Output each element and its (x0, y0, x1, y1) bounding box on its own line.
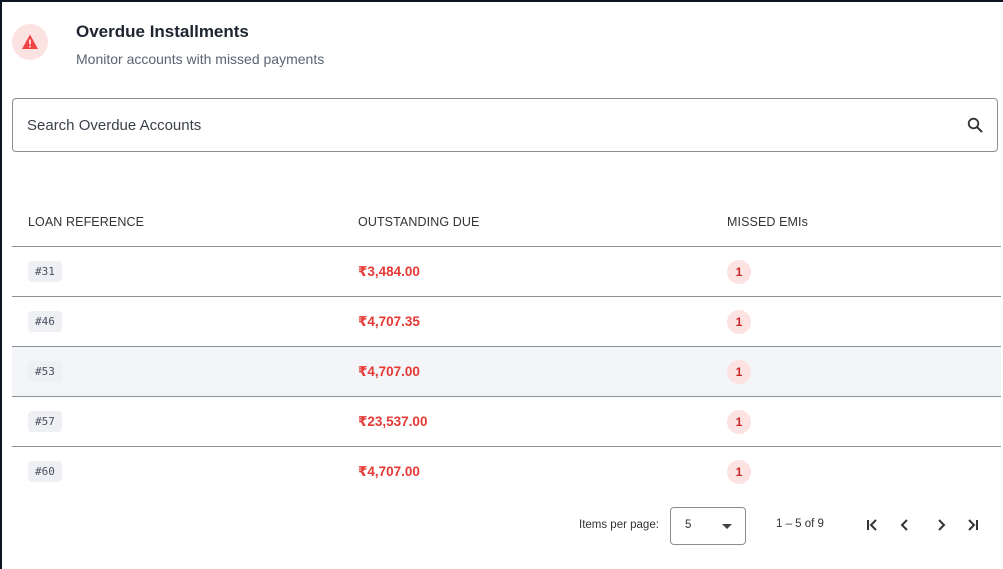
search-input[interactable] (27, 113, 927, 137)
table-row[interactable]: #53 ₹4,707.00 1 (12, 346, 1001, 397)
overdue-installments-panel: Overdue Installments Monitor accounts wi… (2, 2, 1003, 569)
items-per-page-select[interactable]: 5 (670, 507, 746, 545)
loan-reference-chip: #60 (28, 461, 62, 482)
panel-header: Overdue Installments Monitor accounts wi… (12, 20, 612, 67)
loan-reference-chip: #53 (28, 361, 62, 382)
previous-page-button[interactable] (892, 512, 918, 538)
missed-emis-badge: 1 (727, 259, 751, 284)
column-header-outstanding-due[interactable]: OUTSTANDING DUE (358, 198, 727, 247)
next-page-button[interactable] (928, 512, 954, 538)
loan-reference-chip: #57 (28, 411, 62, 432)
items-per-page-label: Items per page: (579, 519, 659, 531)
previous-page-icon (900, 519, 908, 531)
table-row[interactable]: #31 ₹3,484.00 1 (12, 246, 1001, 297)
first-page-icon (867, 519, 877, 531)
outstanding-due-value: ₹4,707.00 (358, 363, 420, 379)
table-row[interactable]: #57 ₹23,537.00 1 (12, 396, 1001, 447)
page-range-label: 1 – 5 of 9 (776, 518, 824, 530)
outstanding-due-value: ₹23,537.00 (358, 413, 428, 429)
dropdown-arrow-icon (722, 524, 732, 529)
items-per-page-value: 5 (685, 519, 692, 531)
search-field[interactable] (12, 98, 998, 152)
missed-emis-badge: 1 (727, 359, 751, 384)
page-title: Overdue Installments (76, 22, 249, 41)
missed-emis-badge: 1 (727, 309, 751, 334)
column-header-missed-emis[interactable]: MISSED EMIs (727, 198, 1001, 247)
table-header-row: LOAN REFERENCE OUTSTANDING DUE MISSED EM… (12, 198, 1001, 247)
last-page-icon (968, 519, 978, 531)
page-subtitle: Monitor accounts with missed payments (76, 51, 325, 67)
last-page-button[interactable] (960, 512, 986, 538)
table-row[interactable]: #60 ₹4,707.00 1 (12, 447, 1001, 497)
missed-emis-badge: 1 (727, 459, 751, 484)
first-page-button[interactable] (859, 512, 885, 538)
paginator: Items per page: 5 1 – 5 of 9 (2, 500, 1003, 550)
outstanding-due-value: ₹4,707.00 (358, 463, 420, 479)
loan-reference-chip: #46 (28, 311, 62, 332)
outstanding-due-value: ₹3,484.00 (358, 263, 420, 279)
outstanding-due-value: ₹4,707.35 (358, 313, 420, 329)
search-icon[interactable] (967, 117, 983, 138)
missed-emis-badge: 1 (727, 409, 751, 434)
table-row[interactable]: #46 ₹4,707.35 1 (12, 296, 1001, 347)
column-header-loan-reference[interactable]: LOAN REFERENCE (12, 198, 358, 247)
warning-icon (12, 24, 48, 60)
next-page-icon (938, 519, 946, 531)
overdue-table: LOAN REFERENCE OUTSTANDING DUE MISSED EM… (12, 198, 1001, 496)
loan-reference-chip: #31 (28, 261, 62, 282)
